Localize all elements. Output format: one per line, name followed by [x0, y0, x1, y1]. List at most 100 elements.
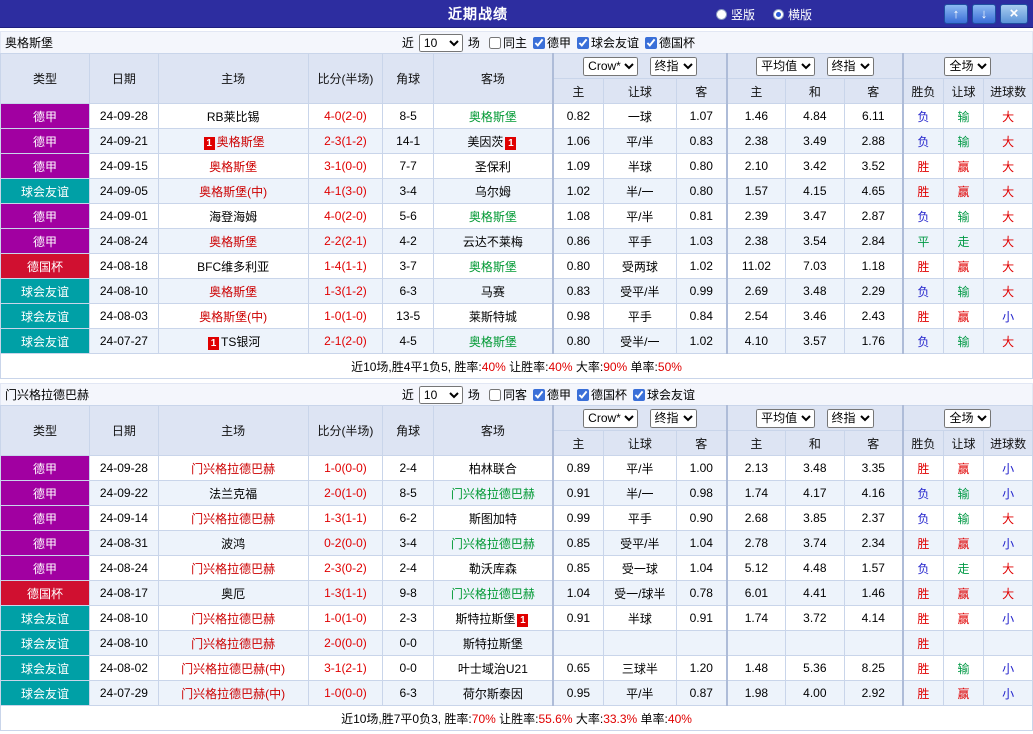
friendly-label: 球会友谊: [591, 34, 639, 51]
league-filter-cup[interactable]: 德国杯: [645, 34, 695, 51]
handicap-line: 半/一: [603, 481, 676, 506]
col-home: 主场: [158, 406, 308, 456]
same-venue-filter[interactable]: 同主: [489, 34, 527, 51]
cup-checkbox[interactable]: [645, 37, 657, 49]
scroll-down-button[interactable]: ↓: [972, 4, 996, 24]
match-row: 球会友谊24-07-29门兴格拉德巴赫(中)1-0(0-0)6-3荷尔斯泰因0.…: [1, 681, 1033, 706]
league-badge: 球会友谊: [1, 681, 90, 706]
filter-controls: 近 10 场 同主 德甲 球会友谊 德国杯: [399, 34, 695, 52]
close-button[interactable]: ×: [1000, 4, 1028, 24]
team-name-text: 荷尔斯泰因: [463, 687, 523, 701]
same-venue-label: 同客: [503, 386, 527, 403]
league-filter-bundesliga[interactable]: 德甲: [533, 386, 571, 403]
horizontal-radio[interactable]: [773, 9, 784, 20]
red-card-badge: 1: [208, 337, 219, 350]
scope-select[interactable]: 全场: [944, 409, 991, 428]
handicap-line: 半/一: [603, 179, 676, 204]
handicap-odds-header: Crow* 终指: [553, 406, 727, 431]
bundesliga-checkbox[interactable]: [533, 37, 545, 49]
result-scope-header: 全场: [903, 54, 1033, 79]
league-filter-friendly[interactable]: 球会友谊: [577, 34, 639, 51]
euro-away-odds: 6.11: [844, 104, 903, 129]
euro-final-select[interactable]: 终指: [827, 409, 874, 428]
team-name-text: 莱斯特城: [469, 310, 517, 324]
scope-select[interactable]: 全场: [944, 57, 991, 76]
team-name-text: 门兴格拉德巴赫(中): [181, 662, 285, 676]
team-name-text: 马赛: [481, 285, 505, 299]
matches-body: 德甲24-09-28RB莱比锡4-0(2-0)8-5奥格斯堡0.82一球1.07…: [1, 104, 1033, 354]
col-score: 比分(半场): [308, 406, 383, 456]
league-filter-friendly[interactable]: 球会友谊: [633, 386, 695, 403]
euro-away-odds: 2.37: [844, 506, 903, 531]
col-corner: 角球: [383, 54, 434, 104]
recent-count-select[interactable]: 10: [419, 34, 463, 52]
goals-result: 大: [984, 556, 1033, 581]
same-venue-filter[interactable]: 同客: [489, 386, 527, 403]
handicap-away-odds: 1.02: [676, 254, 727, 279]
league-badge: 球会友谊: [1, 304, 90, 329]
cup-checkbox[interactable]: [577, 389, 589, 401]
handicap-home-odds: 0.86: [553, 229, 604, 254]
home-team-cell: 门兴格拉德巴赫(中): [158, 681, 308, 706]
same-venue-checkbox[interactable]: [489, 37, 501, 49]
score-cell: 4-0(2-0): [308, 204, 383, 229]
home-team-cell: 1奥格斯堡: [158, 129, 308, 154]
handicap-final-select[interactable]: 终指: [650, 57, 697, 76]
scroll-up-button[interactable]: ↑: [944, 4, 968, 24]
match-date: 24-08-17: [90, 581, 159, 606]
col-handicap-result: 让球: [943, 431, 983, 456]
friendly-checkbox[interactable]: [633, 389, 645, 401]
handicap-final-select[interactable]: 终指: [650, 409, 697, 428]
handicap-home-odds: 0.98: [553, 304, 604, 329]
bookmaker-select[interactable]: Crow*: [583, 57, 638, 76]
horizontal-radio-label: 横版: [788, 6, 812, 23]
euro-away-odds: 2.43: [844, 304, 903, 329]
section-header: 奥格斯堡 近 10 场 同主 德甲 球会友谊 德国杯: [0, 31, 1033, 53]
euro-away-odds: 3.52: [844, 154, 903, 179]
team-name-text: 圣保利: [475, 160, 511, 174]
home-team-cell: RB莱比锡: [158, 104, 308, 129]
score-cell: 2-2(2-1): [308, 229, 383, 254]
goals-result: 大: [984, 506, 1033, 531]
home-team-cell: 法兰克福: [158, 481, 308, 506]
wdl-result: 胜: [903, 606, 943, 631]
handicap-home-odds: 1.06: [553, 129, 604, 154]
bundesliga-label: 德甲: [547, 34, 571, 51]
match-row: 球会友谊24-08-10门兴格拉德巴赫2-0(0-0)0-0斯特拉斯堡胜: [1, 631, 1033, 656]
bookmaker-select[interactable]: Crow*: [583, 409, 638, 428]
summary-segment: 40%: [548, 360, 572, 374]
euro-final-select[interactable]: 终指: [827, 57, 874, 76]
handicap-result: 赢: [943, 304, 983, 329]
handicap-result: 输: [943, 656, 983, 681]
corner-cell: 2-4: [383, 556, 434, 581]
games-label: 场: [468, 386, 480, 403]
friendly-checkbox[interactable]: [577, 37, 589, 49]
average-select[interactable]: 平均值: [756, 409, 815, 428]
same-venue-checkbox[interactable]: [489, 389, 501, 401]
wdl-result: 胜: [903, 179, 943, 204]
home-team-cell: 波鸿: [158, 531, 308, 556]
league-filter-cup[interactable]: 德国杯: [577, 386, 627, 403]
home-team-cell: 门兴格拉德巴赫: [158, 456, 308, 481]
league-filter-bundesliga[interactable]: 德甲: [533, 34, 571, 51]
euro-home-odds: 2.68: [727, 506, 786, 531]
match-row: 球会友谊24-08-02门兴格拉德巴赫(中)3-1(2-1)0-0叶士域治U21…: [1, 656, 1033, 681]
handicap-line: 受一/球半: [603, 581, 676, 606]
team-name-text: 奥格斯堡: [209, 285, 257, 299]
layout-horizontal-option[interactable]: 横版: [773, 6, 812, 23]
corner-cell: 6-3: [383, 681, 434, 706]
match-date: 24-08-24: [90, 229, 159, 254]
euro-away-odds: 4.16: [844, 481, 903, 506]
team-name-text: 海登海姆: [209, 210, 257, 224]
average-select[interactable]: 平均值: [756, 57, 815, 76]
window-buttons: ↑ ↓ ×: [944, 4, 1028, 24]
euro-draw-odds: 3.85: [786, 506, 845, 531]
bundesliga-checkbox[interactable]: [533, 389, 545, 401]
handicap-line: 平/半: [603, 129, 676, 154]
recent-count-select[interactable]: 10: [419, 386, 463, 404]
euro-away-odds: 1.76: [844, 329, 903, 354]
section-header: 门兴格拉德巴赫 近 10 场 同客 德甲 德国杯 球会友谊: [0, 383, 1033, 405]
layout-vertical-option[interactable]: 竖版: [716, 6, 755, 23]
vertical-radio[interactable]: [716, 9, 727, 20]
away-team-cell: 勒沃库森: [433, 556, 552, 581]
